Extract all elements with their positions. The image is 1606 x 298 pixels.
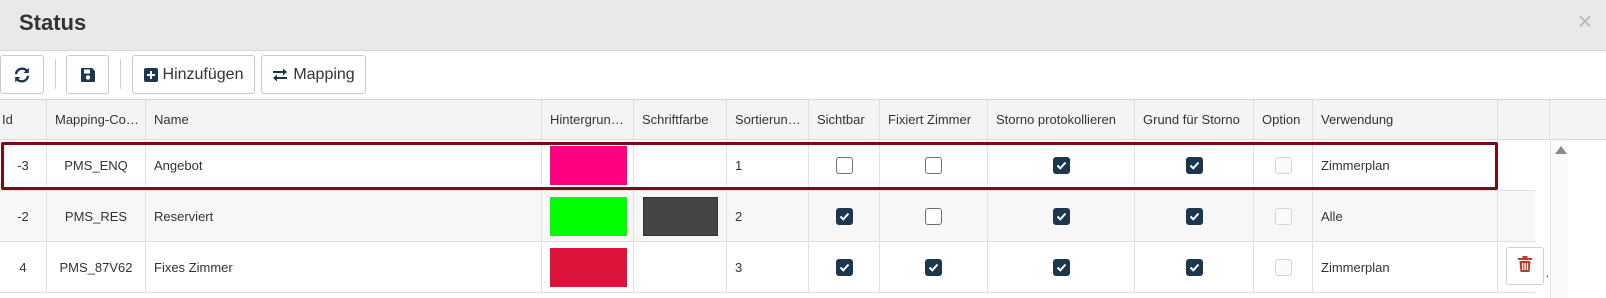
cell-fixed-room [880,191,988,242]
column-header-option[interactable]: Option [1254,100,1313,140]
column-header-id[interactable]: Id [0,100,47,140]
fixed-room-checkbox[interactable] [925,259,942,276]
cell-mapping-code: PMS_ENQ [47,140,146,191]
toolbar: Hinzufügen Mapping [0,51,1606,100]
close-icon[interactable]: × [1570,6,1600,36]
column-header-name[interactable]: Name [146,100,542,140]
refresh-icon [13,66,31,84]
fixed-room-checkbox[interactable] [925,157,942,174]
cell-cancel-log [988,140,1135,191]
font-color-swatch[interactable] [643,197,718,236]
toolbar-divider [55,59,56,89]
column-header-background[interactable]: Hintergrun… [542,100,634,140]
column-header-fixed-room[interactable]: Fixiert Zimmer [880,100,988,140]
background-color-swatch[interactable] [550,146,627,185]
cell-actions [1498,191,1535,242]
cancel-log-checkbox[interactable] [1053,157,1070,174]
column-header-sort[interactable]: Sortierun… [727,100,809,140]
option-checkbox [1275,157,1292,174]
cell-usage: Zimmerplan [1313,140,1498,191]
header-row: Id Mapping-Co… Name Hintergrun… Schriftf… [0,100,1606,140]
cell-name: Angebot [146,140,542,191]
cell-fixed-room [880,242,988,293]
cell-visible [809,242,880,293]
plus-square-icon [143,67,158,82]
column-header-visible[interactable]: Sichtbar [809,100,880,140]
column-header-cancel-reason[interactable]: Grund für Storno [1135,100,1254,140]
cell-option [1254,242,1313,293]
background-color-swatch[interactable] [550,197,627,236]
toolbar-divider [120,59,121,89]
scroll-up-arrow-icon[interactable] [1555,146,1567,154]
cell-visible [809,191,880,242]
exchange-icon [272,68,288,82]
add-button-label: Hinzufügen [162,65,244,83]
save-button[interactable] [66,55,109,94]
cell-cancel-reason [1135,140,1254,191]
cell-sort: 3 [727,242,809,293]
option-checkbox [1275,259,1292,276]
cell-fixed-room [880,140,988,191]
cell-mapping-code: PMS_87V62 [47,242,146,293]
background-color-swatch[interactable] [550,248,627,287]
column-header-font-color[interactable]: Schriftfarbe [634,100,727,140]
dialog-titlebar: Status × [0,0,1606,51]
column-header-actions [1498,100,1550,140]
mapping-button[interactable]: Mapping [261,55,366,94]
cell-option [1254,191,1313,242]
refresh-button[interactable] [0,55,44,94]
cell-background[interactable] [542,140,634,191]
cell-visible [809,140,880,191]
mapping-button-label: Mapping [293,65,355,83]
visible-checkbox[interactable] [836,157,853,174]
cell-option [1254,140,1313,191]
cancel-log-checkbox[interactable] [1053,208,1070,225]
cell-mapping-code: PMS_RES [47,191,146,242]
table-row[interactable]: -2 PMS_RES Reserviert 2 Alle [0,191,1535,242]
add-button[interactable]: Hinzufügen [132,55,255,94]
cell-usage: Alle [1313,191,1498,242]
status-grid: Id Mapping-Co… Name Hintergrun… Schriftf… [0,100,1606,298]
visible-checkbox[interactable] [836,208,853,225]
option-checkbox [1275,208,1292,225]
cell-id: -2 [0,191,47,242]
column-header-cancel-log[interactable]: Storno protokollieren [988,100,1135,140]
cell-actions [1498,140,1535,191]
cell-name: Reserviert [146,191,542,242]
cancel-reason-checkbox[interactable] [1186,157,1203,174]
save-icon [80,67,96,83]
dialog-title: Status [19,10,87,35]
trash-icon [1518,255,1532,277]
column-header-usage[interactable]: Verwendung [1313,100,1498,140]
visible-checkbox[interactable] [836,259,853,276]
cell-cancel-log [988,191,1135,242]
column-header-mapping-code[interactable]: Mapping-Co… [47,100,146,140]
cell-cancel-log [988,242,1135,293]
table-row[interactable]: 4 PMS_87V62 Fixes Zimmer 3 Zimmerplan [0,242,1535,293]
cancel-reason-checkbox[interactable] [1186,208,1203,225]
cancel-log-checkbox[interactable] [1053,259,1070,276]
cell-font-color[interactable] [634,242,727,293]
cell-name: Fixes Zimmer [146,242,542,293]
cell-font-color[interactable] [634,191,727,242]
cell-font-color[interactable] [634,140,727,191]
cell-usage: Zimmerplan [1313,242,1498,293]
delete-row-button[interactable] [1506,247,1544,285]
cell-cancel-reason [1135,242,1254,293]
fixed-room-checkbox[interactable] [925,208,942,225]
cell-id: -3 [0,140,47,191]
table-row[interactable]: -3 PMS_ENQ Angebot 1 Zimmerplan [0,140,1535,191]
cell-background[interactable] [542,191,634,242]
vertical-scrollbar[interactable] [1550,140,1568,298]
cell-background[interactable] [542,242,634,293]
cancel-reason-checkbox[interactable] [1186,259,1203,276]
cell-cancel-reason [1135,191,1254,242]
cell-sort: 2 [727,191,809,242]
cell-id: 4 [0,242,47,293]
cell-sort: 1 [727,140,809,191]
